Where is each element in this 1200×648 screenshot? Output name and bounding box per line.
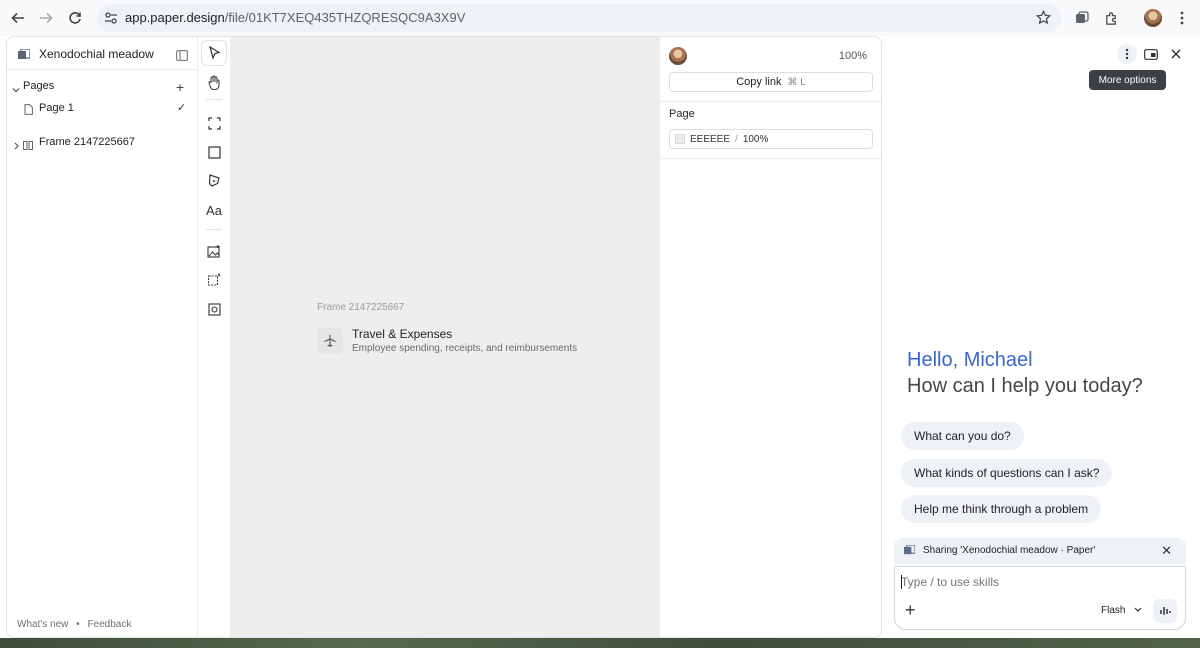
layers-panel: Xenodochial meadow Pages + Page 1 ✓ Fram… xyxy=(7,37,198,637)
select-pointer-tool[interactable] xyxy=(202,41,226,65)
page-item-page-1[interactable]: Page 1 xyxy=(39,102,74,114)
browser-toolbar: app.paper.design/file/01KT7XEQ435THZQRES… xyxy=(0,0,1200,36)
color-swatch[interactable] xyxy=(675,134,685,144)
more-options-tooltip: More options xyxy=(1089,70,1166,90)
frame-tool-icon[interactable] xyxy=(202,111,226,135)
tab-search-icon[interactable] xyxy=(1072,8,1092,28)
footer-separator: • xyxy=(76,619,80,630)
toolbar-divider xyxy=(206,99,222,100)
feedback-link[interactable]: Feedback xyxy=(87,619,131,630)
page-document-icon xyxy=(24,102,33,120)
close-icon[interactable] xyxy=(1166,44,1186,64)
extensions-puzzle-icon[interactable] xyxy=(1101,8,1121,28)
paper-logo-icon xyxy=(18,48,31,66)
properties-panel: 100% Copy link ⌘ L Page EEEEEE / 100% xyxy=(659,37,881,637)
copy-link-shortcut: ⌘ L xyxy=(787,76,806,88)
whats-new-link[interactable]: What's new xyxy=(17,619,68,630)
model-selector[interactable]: Flash xyxy=(1101,605,1142,616)
stop-sharing-close-icon[interactable]: ✕ xyxy=(1161,543,1172,559)
footer-links: What's new • Feedback xyxy=(17,619,131,630)
hand-tool-icon[interactable] xyxy=(202,70,226,94)
fill-separator: / xyxy=(735,133,738,145)
sharing-context-bar: Sharing 'Xenodochial meadow · Paper' ✕ xyxy=(894,538,1186,564)
add-page-plus-icon[interactable]: + xyxy=(176,79,184,95)
assistant-side-panel: More options Hello, Michael How can I he… xyxy=(882,36,1200,638)
paper-app: Xenodochial meadow Pages + Page 1 ✓ Fram… xyxy=(6,36,882,638)
component-tool-icon[interactable] xyxy=(202,297,226,321)
frame-heading: Travel & Expenses xyxy=(352,327,453,341)
check-icon: ✓ xyxy=(177,102,187,114)
canvas-frame-label[interactable]: Frame 2147225667 xyxy=(317,302,404,313)
frame-subheading: Employee spending, receipts, and reimbur… xyxy=(352,343,578,354)
airplane-icon xyxy=(317,328,343,354)
toggle-sidebar-icon[interactable] xyxy=(176,48,188,66)
prompt-composer: + Flash xyxy=(894,566,1186,630)
voice-input-mic-icon[interactable] xyxy=(1153,599,1177,623)
forward-arrow-icon[interactable] xyxy=(36,8,56,28)
url-host: app.paper.design xyxy=(125,10,225,25)
page-fill-field[interactable]: EEEEEE / 100% xyxy=(669,129,873,149)
suggestion-chip[interactable]: Help me think through a problem xyxy=(901,495,1102,523)
tools-toolbar: Aa xyxy=(198,37,231,637)
desktop-wallpaper-strip xyxy=(0,638,1200,648)
url-path: /file/01KT7XEQ435THZQRESQC9A3X9V xyxy=(224,10,466,25)
chevron-down-icon[interactable] xyxy=(12,81,20,99)
site-settings-icon[interactable] xyxy=(104,11,118,30)
panel-divider xyxy=(660,101,881,102)
copy-link-button[interactable]: Copy link ⌘ L xyxy=(669,72,873,92)
pages-heading: Pages xyxy=(23,80,55,92)
address-bar[interactable]: app.paper.design/file/01KT7XEQ435THZQRES… xyxy=(97,4,1061,32)
url-text: app.paper.design/file/01KT7XEQ435THZQRES… xyxy=(125,10,465,25)
sharing-label: Sharing 'Xenodochial meadow · Paper' xyxy=(923,545,1096,556)
prompt-input[interactable] xyxy=(901,575,1151,589)
greeting-heading: Hello, Michael xyxy=(907,349,1033,371)
file-title[interactable]: Xenodochial meadow xyxy=(39,47,154,61)
add-attachment-plus-icon[interactable]: + xyxy=(905,600,916,621)
rectangle-tool-icon[interactable] xyxy=(202,140,226,164)
bookmark-star-icon[interactable] xyxy=(1035,9,1052,30)
text-caret xyxy=(901,575,902,589)
profile-avatar[interactable] xyxy=(1144,9,1162,27)
model-name: Flash xyxy=(1101,605,1126,616)
reload-icon[interactable] xyxy=(65,8,85,28)
open-in-window-icon[interactable] xyxy=(1141,44,1161,64)
page-fill-opacity[interactable]: 100% xyxy=(743,134,769,145)
chevron-down-icon xyxy=(1134,605,1142,616)
text-tool-icon[interactable]: Aa xyxy=(202,198,226,222)
ai-frame-tool-icon[interactable] xyxy=(202,268,226,292)
collaborator-avatar[interactable] xyxy=(669,47,687,65)
image-tool-icon[interactable] xyxy=(202,239,226,263)
paper-logo-icon xyxy=(904,544,916,559)
page-fill-hex[interactable]: EEEEEE xyxy=(690,134,730,145)
more-options-icon[interactable] xyxy=(1117,44,1137,64)
chevron-right-icon[interactable] xyxy=(13,137,20,155)
layer-frame-item[interactable]: Frame 2147225667 xyxy=(39,136,135,148)
pen-tool-icon[interactable] xyxy=(202,169,226,193)
suggestion-chip[interactable]: What can you do? xyxy=(901,422,1024,450)
panel-divider xyxy=(660,158,881,159)
toolbar-divider xyxy=(206,229,222,230)
browser-menu-icon[interactable] xyxy=(1172,8,1192,28)
frame-columns-icon xyxy=(23,137,33,155)
copy-link-label: Copy link xyxy=(736,76,782,88)
design-canvas[interactable]: Frame 2147225667 Travel & Expenses Emplo… xyxy=(231,37,659,637)
greeting-prompt: How can I help you today? xyxy=(907,375,1143,397)
page-section-heading: Page xyxy=(669,108,695,120)
back-arrow-icon[interactable] xyxy=(8,8,28,28)
suggestion-chip[interactable]: What kinds of questions can I ask? xyxy=(901,459,1113,487)
zoom-level[interactable]: 100% xyxy=(839,50,867,62)
panel-divider xyxy=(7,69,197,70)
